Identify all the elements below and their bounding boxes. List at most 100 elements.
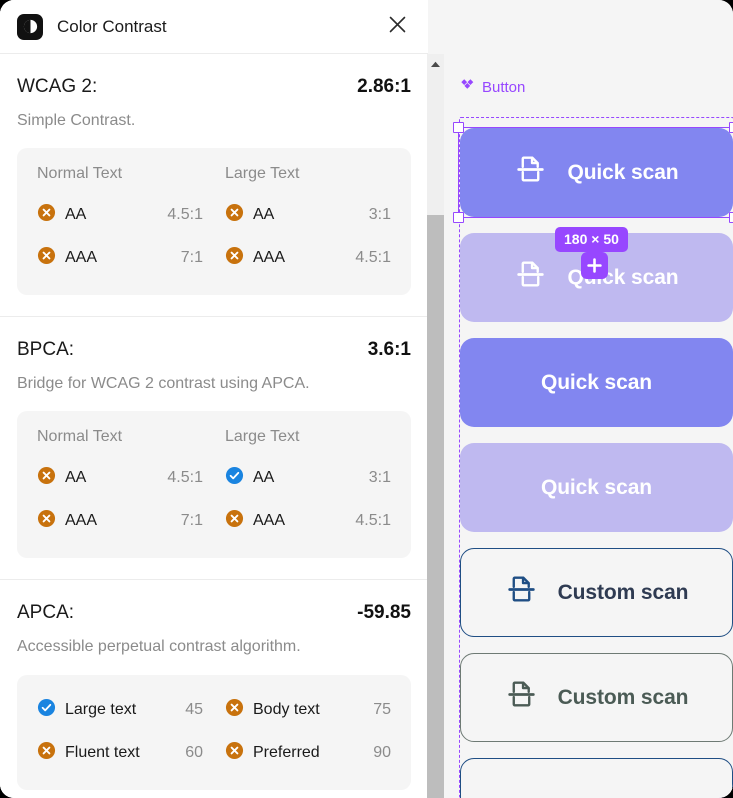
panel-body: WCAG 2: 2.86:1 Simple Contrast. Normal T… <box>0 54 428 798</box>
column-header-large: Large Text <box>225 428 300 446</box>
scan-icon <box>514 153 547 192</box>
criterion-label: AAA <box>65 249 98 267</box>
criterion-value: 90 <box>373 743 391 761</box>
fail-icon <box>225 741 244 765</box>
scan-icon <box>505 573 538 612</box>
criterion-row: AA 3:1 <box>225 197 391 233</box>
section-header: WCAG 2: 2.86:1 <box>17 76 411 98</box>
criterion-row: AAA 4.5:1 <box>225 503 391 539</box>
criterion-label: AAA <box>65 512 98 530</box>
contrast-icon <box>17 13 43 40</box>
criterion-value: 3:1 <box>368 469 391 487</box>
criterion-row: Preferred 90 <box>225 735 391 771</box>
section-description: Simple Contrast. <box>17 112 136 129</box>
pass-icon <box>225 466 244 490</box>
section-bpca: BPCA: 3.6:1 Bridge for WCAG 2 contrast u… <box>0 317 428 581</box>
scrollbar-thumb[interactable] <box>427 215 444 798</box>
section-score: 2.86:1 <box>357 76 411 97</box>
criteria-card: Large text 45 Body text 75 Fluent text 6… <box>17 674 411 790</box>
criteria-card: Normal Text Large Text AA 4.5:1 AA 3:1 A… <box>17 411 411 559</box>
criterion-row: Body text 75 <box>225 692 391 728</box>
criterion-row: AA 4.5:1 <box>37 460 203 496</box>
fail-icon <box>37 741 56 765</box>
close-icon <box>387 14 408 40</box>
canvas-button-label: Quick scan <box>567 161 679 184</box>
section-header: BPCA: 3.6:1 <box>17 339 411 361</box>
criterion-row: AAA 4.5:1 <box>225 240 391 276</box>
canvas-button-custom-scan-outline-gray[interactable]: Custom scan <box>460 653 733 742</box>
criterion-label: AAA <box>253 512 286 530</box>
scan-icon <box>514 258 547 297</box>
criterion-row: Fluent text 60 <box>37 735 203 771</box>
screen: Button Quick scan Quick scan Quick scan … <box>0 0 733 798</box>
section-score: 3.6:1 <box>367 339 411 361</box>
criterion-row: AA 4.5:1 <box>37 197 203 233</box>
criterion-row: AAA 7:1 <box>37 240 203 276</box>
criterion-label: AA <box>253 469 275 487</box>
fail-icon <box>37 509 56 533</box>
section-description: Bridge for WCAG 2 contrast using APCA. <box>17 375 310 393</box>
criterion-value: 4.5:1 <box>355 512 391 530</box>
criterion-value: 4.5:1 <box>355 249 391 267</box>
section-score: -59.85 <box>357 602 411 624</box>
fail-icon <box>225 698 244 722</box>
criterion-label: AA <box>65 469 87 487</box>
criteria-card: Normal Text Large Text AA 4.5:1 AA 3:1 A… <box>17 148 411 296</box>
panel-header: Color Contrast <box>0 0 428 54</box>
criterion-label: Preferred <box>253 743 320 761</box>
criterion-label: AA <box>253 206 275 224</box>
section-description: Accessible perpetual contrast algorithm. <box>17 638 301 656</box>
section-wcag2: WCAG 2: 2.86:1 Simple Contrast. Normal T… <box>0 54 428 318</box>
criterion-value: 4.5:1 <box>167 469 203 487</box>
canvas-button-label: Custom scan <box>557 686 689 709</box>
page-title: Color Contrast <box>57 16 167 36</box>
column-header-normal: Normal Text <box>37 428 123 446</box>
scrollbar-up-button[interactable] <box>427 54 444 74</box>
criterion-value: 3:1 <box>368 206 391 224</box>
fail-icon <box>225 509 244 533</box>
fail-icon <box>37 466 56 490</box>
canvas-button-quick-scan-primary[interactable]: Quick scan <box>460 128 733 217</box>
color-contrast-plugin-panel: Color Contrast WCAG 2: 2.86:1 Simple Con… <box>0 0 428 798</box>
chevron-up-icon <box>430 55 441 73</box>
canvas-viewport[interactable]: Button Quick scan Quick scan Quick scan … <box>440 0 733 798</box>
criterion-label: AA <box>65 206 87 224</box>
criterion-value: 75 <box>373 700 391 718</box>
canvas-button-quick-scan-primary-no-icon[interactable]: Quick scan <box>460 338 733 427</box>
canvas-button-partial[interactable] <box>460 758 733 798</box>
component-label-text: Button <box>482 79 526 96</box>
pass-icon <box>37 698 56 722</box>
criterion-label: Fluent text <box>65 743 140 761</box>
selection-size-badge: 180 × 50 <box>555 227 628 252</box>
component-diamond-icon <box>460 78 475 97</box>
panel-scrollbar[interactable] <box>427 54 444 798</box>
canvas-button-quick-scan-secondary-no-icon[interactable]: Quick scan <box>460 443 733 532</box>
criterion-label: Body text <box>253 700 320 718</box>
fail-icon <box>225 203 244 227</box>
canvas-button-custom-scan-outline-blue[interactable]: Custom scan <box>460 548 733 637</box>
criterion-value: 4.5:1 <box>167 206 203 224</box>
criterion-value: 60 <box>185 743 203 761</box>
section-name: BPCA: <box>17 339 75 361</box>
criterion-row: Large text 45 <box>37 692 203 728</box>
fail-icon <box>225 246 244 270</box>
criterion-label: AAA <box>253 249 286 267</box>
canvas-button-label: Quick scan <box>540 371 653 394</box>
fail-icon <box>37 246 56 270</box>
close-button[interactable] <box>382 12 412 42</box>
criterion-value: 45 <box>185 700 203 718</box>
fail-icon <box>37 203 56 227</box>
section-apca: APCA: -59.85 Accessible perpetual contra… <box>0 580 428 798</box>
component-name-label[interactable]: Button <box>460 78 525 97</box>
section-name: WCAG 2: <box>17 76 98 97</box>
criterion-row: AA 3:1 <box>225 460 391 496</box>
canvas-button-label: Custom scan <box>557 581 689 604</box>
column-header-normal: Normal Text <box>37 165 123 183</box>
column-header-large: Large Text <box>225 165 300 183</box>
section-name: APCA: <box>17 602 75 624</box>
criterion-label: Large text <box>65 700 137 718</box>
scan-icon <box>505 678 538 717</box>
